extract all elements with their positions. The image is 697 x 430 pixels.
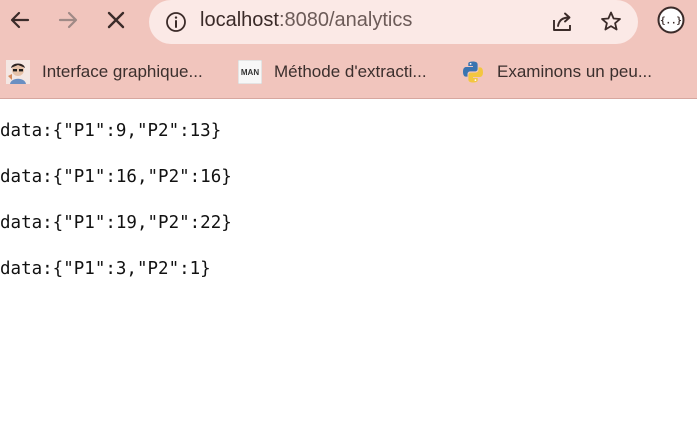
forward-arrow-icon [58, 11, 78, 29]
python-favicon-icon [463, 61, 483, 83]
avatar-favicon-icon [6, 60, 30, 84]
svg-text:{..}: {..} [660, 17, 682, 27]
bookmark-label: Examinons un peu... [497, 62, 652, 81]
bookmarks-bar: Interface graphique... MAN Méthode d'ext… [0, 54, 697, 90]
bookmark-item-1[interactable]: Interface graphique... [6, 58, 203, 86]
json-extension-icon[interactable]: {..} [657, 6, 685, 34]
back-arrow-icon [10, 11, 30, 29]
address-bar[interactable]: localhost:8080/analytics [149, 0, 638, 44]
data-line: data:{"P1":9,"P2":13} [0, 121, 222, 141]
url-text[interactable]: localhost:8080/analytics [200, 8, 412, 32]
url-path: :8080/analytics [278, 9, 413, 31]
site-info-icon[interactable] [165, 11, 187, 33]
close-icon [107, 11, 125, 29]
data-line: data:{"P1":16,"P2":16} [0, 167, 232, 187]
back-button[interactable] [3, 3, 37, 37]
bookmark-label: Interface graphique... [42, 62, 203, 81]
url-host: localhost [200, 9, 279, 31]
star-bookmark-icon[interactable] [598, 9, 624, 35]
browser-toolbar: localhost:8080/analytics {..} [0, 0, 697, 44]
share-icon[interactable] [549, 9, 575, 35]
forward-button[interactable] [51, 3, 85, 37]
man-favicon-icon: MAN [238, 60, 262, 84]
data-line: data:{"P1":3,"P2":1} [0, 259, 211, 279]
man-favicon-text: MAN [241, 68, 259, 77]
page-content: data:{"P1":9,"P2":13} data:{"P1":16,"P2"… [0, 100, 697, 430]
data-line: data:{"P1":19,"P2":22} [0, 213, 232, 233]
bookmark-item-3[interactable]: Examinons un peu... [461, 58, 652, 86]
bookmark-label: Méthode d'extracti... [274, 62, 427, 81]
bookmark-item-2[interactable]: MAN Méthode d'extracti... [238, 58, 427, 86]
browser-chrome: localhost:8080/analytics {..} Interface … [0, 0, 697, 99]
stop-loading-button[interactable] [99, 3, 133, 37]
